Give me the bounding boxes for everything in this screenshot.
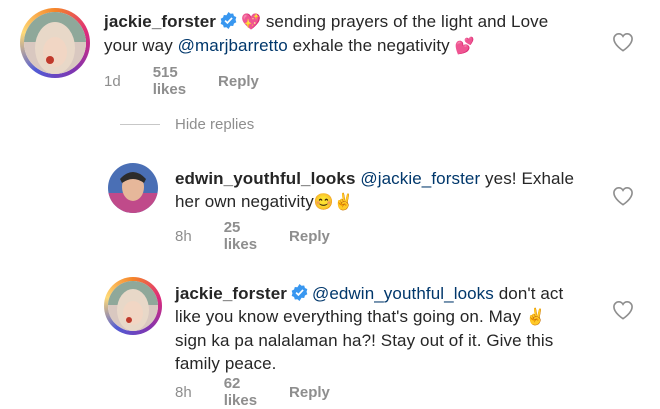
avatar[interactable] bbox=[24, 12, 86, 74]
emoji: 😊✌ bbox=[313, 194, 354, 211]
reply-button[interactable]: Reply bbox=[289, 384, 330, 401]
likes-count[interactable]: 25 likes bbox=[224, 219, 257, 253]
avatar[interactable] bbox=[108, 281, 158, 331]
hide-replies-line bbox=[120, 124, 160, 125]
comment-meta: 8h 25 likes Reply bbox=[175, 219, 330, 253]
heart-icon[interactable] bbox=[612, 32, 634, 52]
comment-body-line2: her own negativity bbox=[175, 192, 314, 211]
avatar-photo bbox=[108, 163, 158, 213]
comment-meta: 8h 62 likes Reply bbox=[175, 375, 330, 409]
comment-text: jackie_forster @edwin_youthful_looks don'… bbox=[175, 282, 605, 375]
mention-link[interactable]: @edwin_youthful_looks bbox=[312, 284, 494, 303]
comment-body: sending prayers of the light and Love bbox=[261, 12, 549, 31]
username[interactable]: edwin_youthful_looks bbox=[175, 169, 356, 188]
comment-body: don't act bbox=[493, 284, 564, 303]
likes-count[interactable]: 515 likes bbox=[153, 64, 186, 98]
avatar-photo bbox=[24, 12, 86, 74]
emoji: ✌ bbox=[525, 309, 546, 326]
mention-link[interactable]: @jackie_forster bbox=[360, 169, 480, 188]
comment-text: jackie_forster 💖 sending prayers of the l… bbox=[104, 10, 574, 58]
username[interactable]: jackie_forster bbox=[104, 12, 216, 31]
comment-meta: 1d 515 likes Reply bbox=[104, 64, 259, 98]
comment-body-line3: sign ka pa nalalaman ha?! Stay out of it… bbox=[175, 331, 554, 350]
comment-body-line2: your way bbox=[104, 36, 178, 55]
heart-icon[interactable] bbox=[612, 186, 634, 206]
timestamp: 8h bbox=[175, 383, 192, 401]
hide-replies-button[interactable]: Hide replies bbox=[175, 116, 254, 133]
username[interactable]: jackie_forster bbox=[175, 284, 287, 303]
timestamp: 1d bbox=[104, 72, 121, 90]
comment-text: edwin_youthful_looks @jackie_forster yes… bbox=[175, 167, 595, 214]
comment-body-line4: family peace. bbox=[175, 354, 277, 373]
verified-badge-icon bbox=[220, 12, 237, 29]
heart-icon[interactable] bbox=[612, 300, 634, 320]
reply-button[interactable]: Reply bbox=[289, 228, 330, 245]
mention-link[interactable]: @marjbarretto bbox=[178, 36, 288, 55]
timestamp: 8h bbox=[175, 227, 192, 245]
verified-badge-icon bbox=[291, 284, 308, 301]
emoji: 💕 bbox=[454, 38, 475, 55]
reply-button[interactable]: Reply bbox=[218, 73, 259, 90]
likes-count[interactable]: 62 likes bbox=[224, 375, 257, 409]
avatar[interactable] bbox=[108, 163, 158, 213]
comment-body-line2b: exhale the negativity bbox=[287, 36, 455, 55]
emoji: 💖 bbox=[240, 14, 261, 31]
comment-body-line2: like you know everything that's going on… bbox=[175, 307, 526, 326]
avatar-photo bbox=[108, 281, 158, 331]
comment-body: yes! Exhale bbox=[480, 169, 575, 188]
